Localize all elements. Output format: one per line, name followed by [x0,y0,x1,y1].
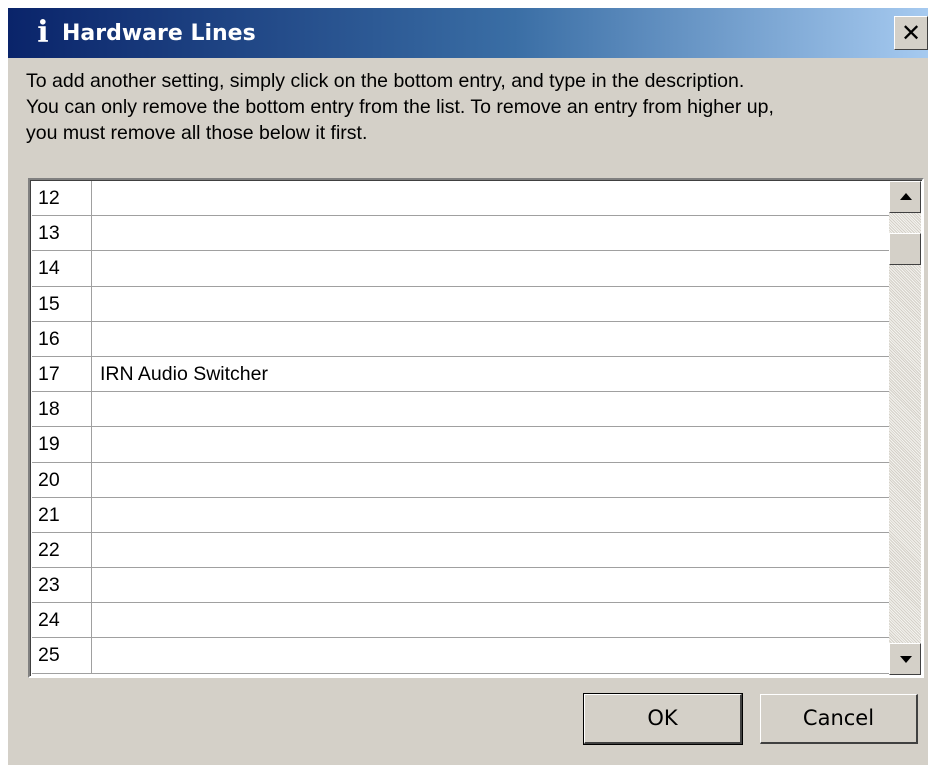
instructions-line-2: You can only remove the bottom entry fro… [26,96,774,118]
row-description-cell[interactable] [92,287,890,321]
table-row[interactable]: 25 [32,638,890,674]
table-row[interactable]: 21 [32,497,890,533]
row-description-cell[interactable]: IRN Audio Switcher [92,357,890,391]
row-number: 19 [32,427,92,462]
row-description-cell[interactable] [92,568,890,602]
scroll-up-button[interactable] [889,181,921,213]
row-description-cell[interactable] [92,216,890,250]
row-description-cell[interactable] [92,251,890,285]
window-title: Hardware Lines [62,21,256,46]
ok-button-label: OK [647,706,678,730]
row-description-cell[interactable] [92,427,890,461]
row-description-cell[interactable] [92,392,890,426]
arrow-up-icon [900,193,912,200]
table-row[interactable]: 15 [32,286,890,322]
close-button[interactable]: ✕ [894,16,928,50]
row-number: 22 [32,532,92,568]
scroll-thumb[interactable] [889,233,921,265]
grid-rows: 12 13 14 15 16 17 IRN Audio Switcher 18 19 20 21 22… [32,181,890,674]
row-number: 12 [32,181,92,216]
info-icon: i [37,15,49,50]
table-row[interactable]: 20 [32,462,890,498]
row-number: 18 [32,392,92,427]
row-number: 15 [32,286,92,321]
row-description-cell[interactable] [92,603,890,637]
row-description-cell[interactable] [92,638,890,672]
table-row[interactable]: 16 [32,321,890,357]
arrow-down-icon [900,656,912,663]
row-number: 17 [32,356,92,392]
instructions-line-3: you must remove all those below it first… [26,122,368,144]
table-row[interactable]: 18 [32,392,890,428]
table-row[interactable]: 24 [32,603,890,639]
table-row[interactable]: 17 IRN Audio Switcher [32,356,890,393]
close-icon: ✕ [900,19,922,47]
table-row[interactable]: 14 [32,251,890,287]
row-description-cell[interactable] [92,322,890,356]
row-number: 21 [32,497,92,532]
title-bar[interactable]: i Hardware Lines ✕ [8,8,928,58]
row-number: 16 [32,321,92,356]
table-row[interactable]: 22 [32,532,890,569]
scroll-down-button[interactable] [889,643,921,675]
instructions-text: To add another setting, simply click on … [26,68,926,146]
table-row[interactable]: 23 [32,568,890,604]
row-description-cell[interactable] [92,181,890,215]
hardware-lines-dialog: i Hardware Lines ✕ To add another settin… [8,8,928,765]
cancel-button[interactable]: Cancel [760,694,918,744]
row-number: 25 [32,638,92,673]
row-description-cell[interactable] [92,498,890,532]
row-number: 13 [32,216,92,251]
row-number: 14 [32,251,92,286]
vertical-scrollbar[interactable] [889,181,921,675]
table-row[interactable]: 12 [32,181,890,217]
table-row[interactable]: 19 [32,427,890,463]
cancel-button-label: Cancel [802,706,875,730]
row-number: 24 [32,603,92,638]
row-description-cell[interactable] [92,533,890,567]
instructions-line-1: To add another setting, simply click on … [26,70,745,92]
hardware-lines-grid: 12 13 14 15 16 17 IRN Audio Switcher 18 19 20 21 22… [28,178,924,678]
ok-button[interactable]: OK [583,693,743,745]
row-description-cell[interactable] [92,463,890,497]
row-number: 20 [32,462,92,497]
table-row[interactable]: 13 [32,216,890,252]
row-number: 23 [32,568,92,603]
